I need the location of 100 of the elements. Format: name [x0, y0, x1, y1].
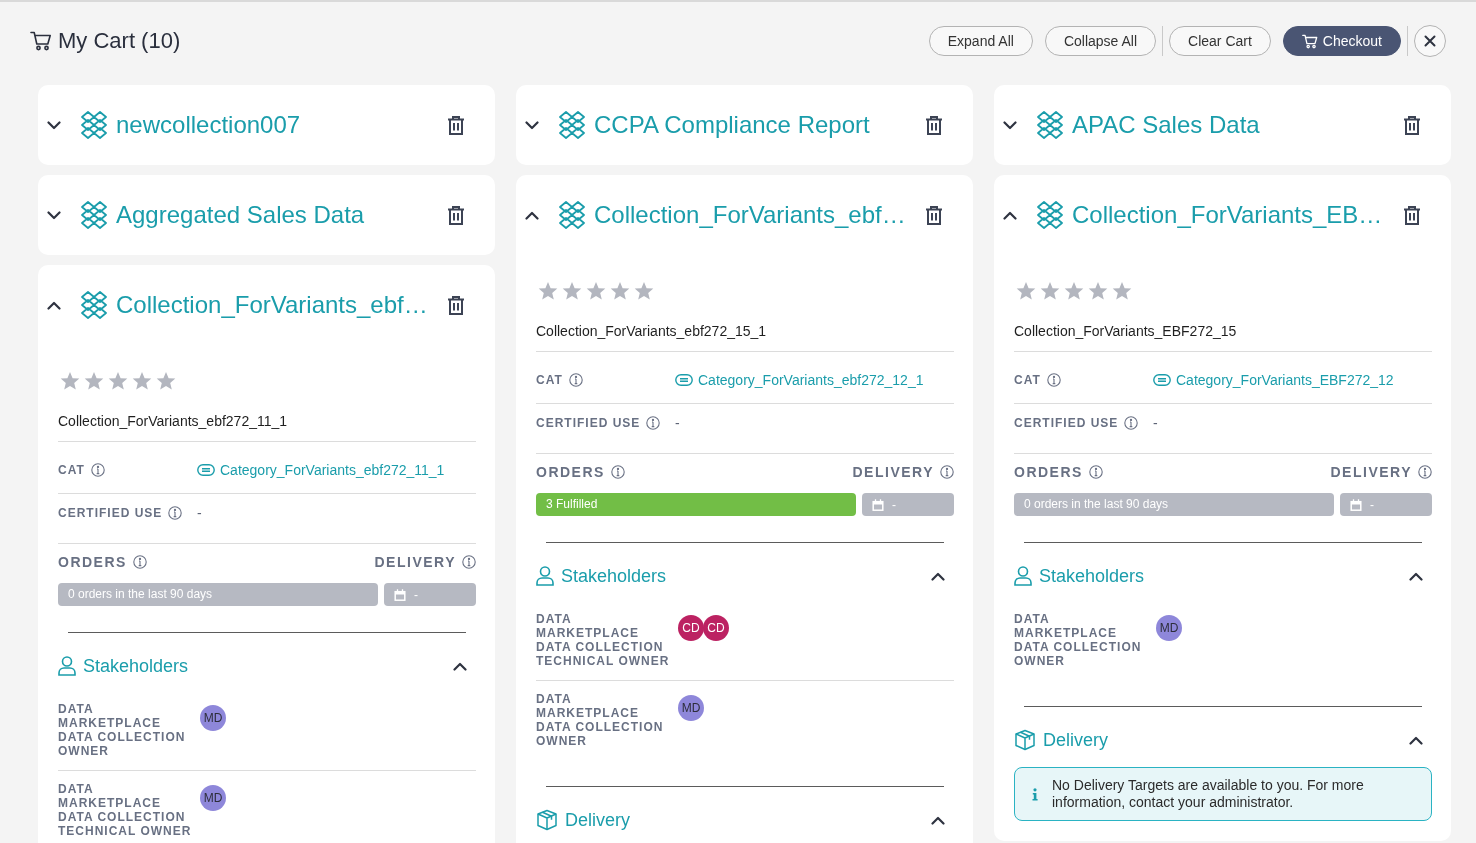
info-icon: [940, 465, 954, 479]
diamond-grid-icon: [80, 291, 108, 319]
box-icon: [536, 809, 558, 831]
field-value: -: [197, 505, 202, 521]
category-link[interactable]: Category_ForVariants_EBF272_12: [1176, 372, 1394, 388]
chevron-up-icon[interactable]: [1409, 571, 1423, 581]
info-icon: [1418, 465, 1432, 479]
collection-title[interactable]: Collection_ForVariants_EB…: [1072, 201, 1403, 229]
trash-icon[interactable]: [447, 115, 465, 135]
header-button[interactable]: Checkout: [1282, 26, 1401, 56]
avatar: CD: [678, 615, 704, 641]
field-label: CAT: [58, 462, 85, 478]
calendar-icon: [394, 588, 406, 601]
star-icon: [84, 371, 104, 391]
chevron-up-icon[interactable]: [931, 571, 945, 581]
field-label: CAT: [536, 372, 563, 388]
diamond-grid-icon: [558, 111, 586, 139]
cart-icon: [30, 31, 52, 51]
star-icon: [586, 281, 606, 301]
info-icon: [168, 506, 183, 520]
info-icon: [1032, 787, 1038, 801]
delivery-label: DELIVERY: [852, 464, 934, 480]
person-icon: [1014, 566, 1032, 586]
info-icon: [1046, 373, 1061, 387]
orders-status-bar: 3 Fulfilled: [536, 493, 856, 516]
star-rating[interactable]: [60, 371, 176, 391]
section-title: Stakeholders: [561, 565, 667, 587]
star-icon: [610, 281, 630, 301]
tag-icon: [1153, 374, 1171, 386]
tag-icon: [675, 374, 693, 386]
section-title: Delivery: [565, 809, 630, 831]
star-icon: [60, 371, 80, 391]
section-title: Delivery: [1043, 729, 1108, 751]
chevron-up-icon[interactable]: [453, 661, 467, 671]
chevron-up-icon[interactable]: [525, 210, 539, 220]
star-icon: [634, 281, 654, 301]
section-title: Stakeholders: [1039, 565, 1145, 587]
avatar: MD: [200, 705, 226, 731]
orders-label: ORDERS: [58, 554, 127, 570]
cart-icon: [1301, 33, 1318, 49]
chevron-up-icon[interactable]: [47, 300, 61, 310]
trash-icon[interactable]: [447, 295, 465, 315]
chevron-up-icon[interactable]: [1003, 210, 1017, 220]
delivery-date: -: [414, 587, 418, 602]
category-link[interactable]: Category_ForVariants_ebf272_11_1: [220, 462, 445, 478]
info-icon: [646, 416, 661, 430]
trash-icon[interactable]: [447, 205, 465, 225]
star-icon: [1064, 281, 1084, 301]
person-icon: [58, 656, 76, 676]
category-link[interactable]: Category_ForVariants_ebf272_12_1: [698, 372, 924, 388]
avatar: MD: [678, 695, 704, 721]
chevron-up-icon[interactable]: [931, 815, 945, 825]
collection-title[interactable]: Collection_ForVariants_ebf…: [116, 291, 447, 319]
close-button[interactable]: [1414, 25, 1446, 57]
tag-icon: [197, 464, 215, 476]
star-rating[interactable]: [1016, 281, 1132, 301]
delivery-label: DELIVERY: [374, 554, 456, 570]
trash-icon[interactable]: [1403, 115, 1421, 135]
chevron-down-icon[interactable]: [1003, 120, 1017, 130]
info-icon: [610, 465, 625, 479]
stakeholder-role: DATA MARKETPLACE DATA COLLECTION TECHNICAL OWNER: [58, 782, 193, 838]
star-rating[interactable]: [538, 281, 654, 301]
orders-status-bar: 0 orders in the last 90 days: [1014, 493, 1334, 516]
chevron-up-icon[interactable]: [1409, 735, 1423, 745]
trash-icon[interactable]: [1403, 205, 1421, 225]
collection-name: Collection_ForVariants_ebf272_15_1: [536, 323, 767, 339]
diamond-grid-icon: [80, 201, 108, 229]
field-label: CERTIFIED USE: [58, 505, 163, 521]
star-icon: [562, 281, 582, 301]
star-icon: [132, 371, 152, 391]
star-icon: [1112, 281, 1132, 301]
orders-status-bar: 0 orders in the last 90 days: [58, 583, 378, 606]
header-button[interactable]: Clear Cart: [1169, 26, 1271, 56]
chevron-down-icon[interactable]: [525, 120, 539, 130]
stakeholder-role: DATA MARKETPLACE DATA COLLECTION OWNER: [58, 702, 187, 758]
header-button[interactable]: Expand All: [928, 26, 1033, 56]
diamond-grid-icon: [80, 111, 108, 139]
collection-title[interactable]: Collection_ForVariants_ebf…: [594, 201, 925, 229]
collection-name: Collection_ForVariants_ebf272_11_1: [58, 413, 288, 429]
info-icon: [90, 463, 105, 477]
chevron-down-icon[interactable]: [47, 120, 61, 130]
chevron-down-icon[interactable]: [47, 210, 61, 220]
close-icon: [1424, 35, 1436, 47]
avatar: MD: [1156, 615, 1182, 641]
field-value: -: [1153, 415, 1158, 431]
diamond-grid-icon: [558, 201, 586, 229]
trash-icon[interactable]: [925, 205, 943, 225]
avatar: MD: [200, 785, 226, 811]
star-icon: [1088, 281, 1108, 301]
info-icon: [1124, 416, 1139, 430]
info-icon: [1088, 465, 1103, 479]
trash-icon[interactable]: [925, 115, 943, 135]
info-icon: [568, 373, 583, 387]
diamond-grid-icon: [1036, 111, 1064, 139]
header-button[interactable]: Collapse All: [1044, 26, 1157, 56]
info-icon: [132, 555, 147, 569]
star-icon: [1040, 281, 1060, 301]
orders-label: ORDERS: [1014, 464, 1083, 480]
box-icon: [1014, 729, 1036, 751]
field-value: -: [675, 415, 680, 431]
